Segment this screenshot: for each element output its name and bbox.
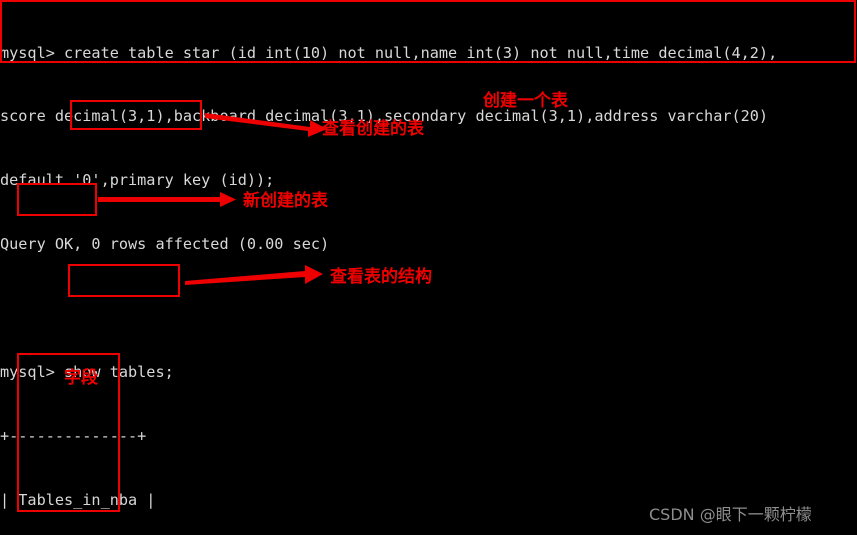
annotation-view-created-table: 查看创建的表: [322, 119, 424, 139]
csdn-watermark: CSDN @眼下一颗柠檬: [649, 505, 812, 524]
terminal-screenshot: mysql> create table star (id int(10) not…: [0, 0, 857, 535]
annotation-field: 字段: [64, 368, 98, 388]
terminal-line: score decimal(3,1),backboard decimal(3,1…: [0, 107, 769, 126]
annotation-new-created-table: 新创建的表: [243, 191, 328, 211]
annotation-view-table-structure: 查看表的结构: [330, 267, 432, 287]
annotation-create-table: 创建一个表: [483, 91, 568, 111]
terminal-line: default '0',primary key (id));: [0, 171, 275, 190]
terminal-line: +--------------+: [0, 426, 147, 445]
terminal-line: mysql> show tables;: [0, 363, 174, 382]
terminal-line: mysql> create table star (id int(10) not…: [0, 43, 778, 62]
terminal-line: Query OK, 0 rows affected (0.00 sec): [0, 235, 330, 254]
